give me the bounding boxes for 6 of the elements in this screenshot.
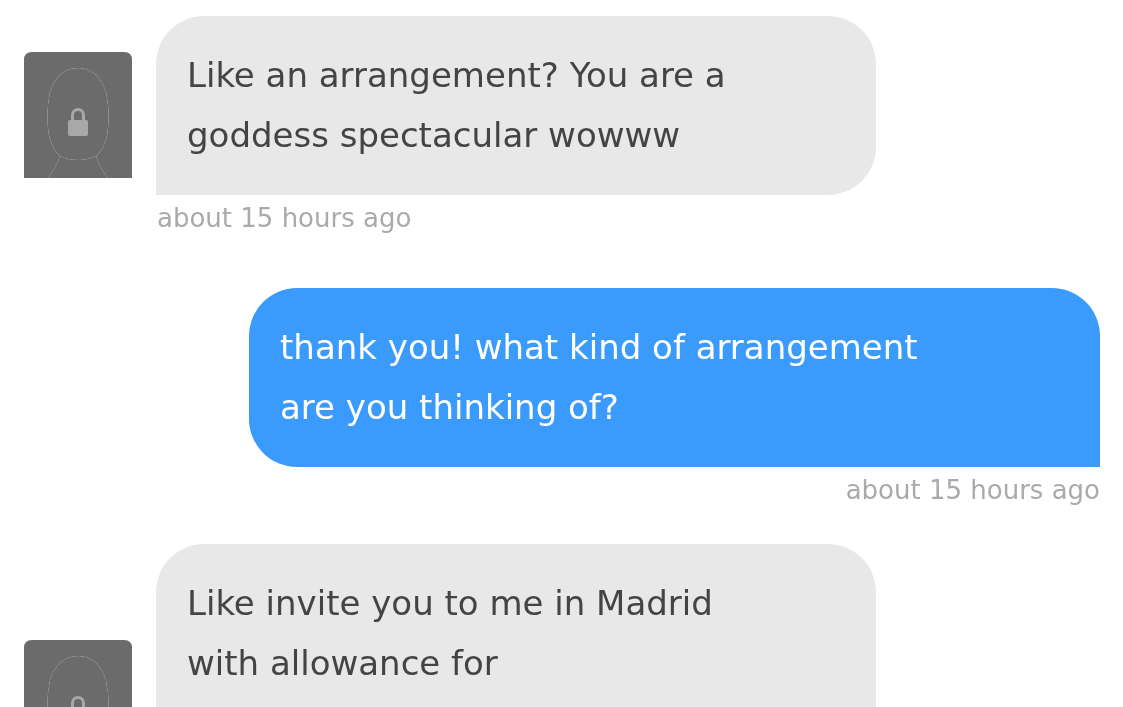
message-timestamp: about 15 hours ago xyxy=(844,474,1100,507)
message-bubble: Like an arrangement? You are a goddess spectacular wowww xyxy=(156,16,876,195)
message-bubble: Like invite you to me in Madrid with allowance for xyxy=(156,544,876,707)
message-bubble: thank you! what kind of arrangement are you thinking of? xyxy=(249,288,1100,467)
message-timestamp: about 15 hours ago xyxy=(157,202,413,235)
avatar-icon xyxy=(24,52,132,178)
